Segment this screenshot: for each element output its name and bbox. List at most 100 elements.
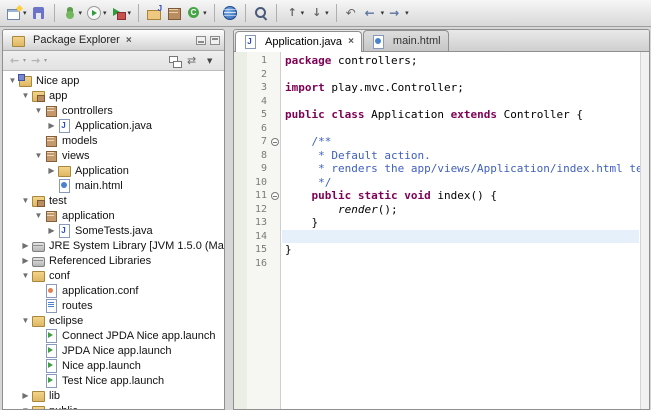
tree-expand-icon[interactable]: ▼ [20,196,31,205]
tree-expand-icon[interactable]: ▶ [46,166,57,175]
maximize-icon[interactable] [210,36,220,45]
tree-item[interactable]: ▶Referenced Libraries [3,253,224,268]
code-line: 10 */ [234,176,639,190]
tree-expand-icon[interactable]: ▼ [20,316,31,325]
tree-item[interactable]: ▶Application.java [3,118,224,133]
code-line: 1package controllers; [234,54,639,68]
main-toolbar: ▾▾▾▾▾▾▾▾▾ [0,0,651,27]
back-icon [364,5,380,21]
tree-expand-icon[interactable]: ▶ [46,121,57,130]
tree-item[interactable]: application.conf [3,283,224,298]
tree-item[interactable]: main.html [3,178,224,193]
tree-expand-icon[interactable]: ▼ [20,406,31,409]
line-number: 3 [247,81,269,95]
previous-annotation-button[interactable]: ▾ [282,4,307,22]
code-editor[interactable]: 1package controllers;23import play.mvc.C… [234,52,649,409]
tree-expand-icon[interactable]: ▶ [20,391,31,400]
tree-item[interactable]: ▶SomeTests.java [3,223,224,238]
tab-main-html[interactable]: main.html [363,30,449,51]
tree-item[interactable]: ▼application [3,208,224,223]
tree-item[interactable]: models [3,133,224,148]
close-tab-icon[interactable]: × [348,36,354,47]
last-edit-location-button[interactable] [342,4,362,22]
code-text: public static void index() { [282,189,497,203]
run-button[interactable]: ▾ [84,4,109,22]
link-with-editor-button[interactable] [185,53,201,69]
dropdown-arrow-icon: ▾ [103,9,107,17]
new-wizard-button[interactable]: ▾ [4,4,29,22]
line-number: 16 [247,257,269,271]
new-class-button[interactable]: ▾ [184,4,209,22]
java-file-icon [243,35,257,48]
tree-item-label: test [49,195,67,207]
back-button[interactable]: ▾ [8,53,27,69]
tree-expand-icon[interactable]: ▶ [20,256,31,265]
line-number: 1 [247,54,269,68]
package-explorer-tab[interactable]: Package Explorer × [7,32,136,49]
new-package-button[interactable] [164,4,184,22]
tree-item[interactable]: ▼Nice app [3,73,224,88]
toolbar-separator [336,4,337,22]
code-line: 12 render(); [234,203,639,217]
tree-item[interactable]: ▼public [3,403,224,409]
tree-item[interactable]: ▶lib [3,388,224,403]
tree-item[interactable]: ▶Application [3,163,224,178]
tree-item[interactable]: ▼eclipse [3,313,224,328]
code-text: public class Application extends Control… [282,108,583,122]
debug-button[interactable]: ▾ [60,4,85,22]
open-web-browser-button[interactable] [220,4,240,22]
tree-item[interactable]: ▼conf [3,268,224,283]
next-annotation-button[interactable]: ▾ [306,4,331,22]
open-web-browser-icon [222,5,238,21]
close-view-icon[interactable]: × [126,35,132,46]
external-tools-button[interactable]: ▾ [109,4,134,22]
code-line: 4 [234,95,639,109]
folder-icon [31,404,45,409]
line-number: 2 [247,68,269,82]
tree-item[interactable]: ▼views [3,148,224,163]
fold-marker-icon[interactable] [271,138,279,146]
folder-icon [31,269,45,282]
view-menu-button[interactable] [203,53,219,69]
tree-expand-icon[interactable]: ▼ [33,106,44,115]
package-explorer-toolbar: ▾▾ [3,51,224,71]
tree-item[interactable]: ▼ app [3,88,224,103]
search-button[interactable] [251,4,271,22]
tree-item[interactable]: ▼ test [3,193,224,208]
tree-item-label: app [49,90,67,102]
sash-divider[interactable] [228,29,230,410]
tree-item[interactable]: routes [3,298,224,313]
save-button[interactable] [29,4,49,22]
editor-area: Application.java × main.html 1package co… [233,29,650,410]
tree-item[interactable]: Nice app.launch [3,358,224,373]
overview-ruler[interactable] [640,52,649,409]
minimize-icon[interactable] [196,36,206,45]
tab-application-java[interactable]: Application.java × [235,31,362,52]
tree-expand-icon[interactable]: ▼ [33,211,44,220]
tree-expand-icon[interactable]: ▼ [7,76,18,85]
project-tree: ▼Nice app▼app▼controllers▶Application.ja… [3,71,224,409]
back-button[interactable]: ▾ [362,4,387,22]
forward-button[interactable]: ▾ [29,53,48,69]
forward-button[interactable]: ▾ [386,4,411,22]
tree-item[interactable]: ▶JRE System Library [JVM 1.5.0 (Mac [3,238,224,253]
tree-expand-icon[interactable]: ▼ [20,91,31,100]
tree-expand-icon[interactable]: ▶ [46,226,57,235]
new-java-project-button[interactable] [144,4,164,22]
tree-expand-icon[interactable]: ▼ [20,271,31,280]
next-annotation-icon [308,5,324,21]
collapse-all-button[interactable] [167,53,183,69]
code-line: 11 public static void index() { [234,189,639,203]
tree-item[interactable]: JPDA Nice app.launch [3,343,224,358]
tree-item[interactable]: ▼controllers [3,103,224,118]
editor-tab-label: Application.java [265,36,342,48]
tree-expand-icon[interactable]: ▼ [33,151,44,160]
tree-expand-icon[interactable]: ▶ [20,241,31,250]
code-text: render(); [282,203,398,217]
last-edit-location-icon [344,5,360,21]
dropdown-arrow-icon: ▾ [44,57,47,64]
fold-marker-icon[interactable] [271,192,279,200]
tree-item[interactable]: Test Nice app.launch [3,373,224,388]
tree-item[interactable]: Connect JPDA Nice app.launch [3,328,224,343]
pkgfolder-icon [31,89,45,102]
